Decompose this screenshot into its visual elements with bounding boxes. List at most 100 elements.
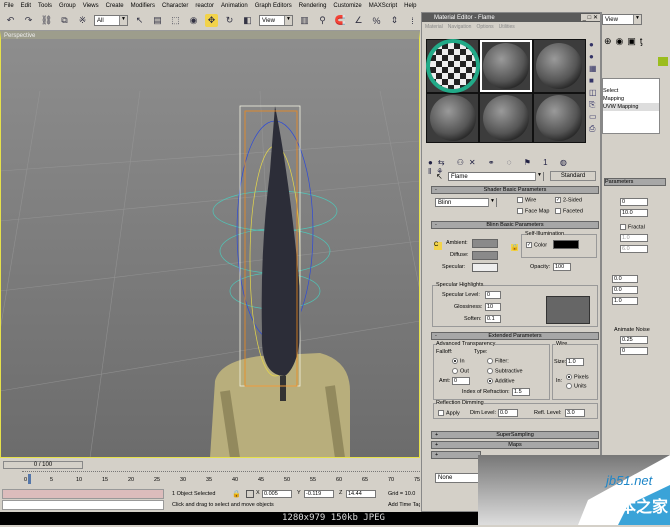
reference-coord-dropdown[interactable]: View ▼ <box>259 15 293 26</box>
select-manipulate-icon[interactable]: ⚲ <box>316 14 329 27</box>
sample-slot[interactable] <box>533 40 585 92</box>
stack-item[interactable]: Mapping <box>603 95 659 103</box>
select-by-name-icon[interactable]: ▤ <box>151 14 164 27</box>
material-menu-item[interactable]: Material <box>425 24 443 30</box>
falloff-in-radio[interactable]: In <box>452 358 465 364</box>
sample-slot[interactable] <box>427 40 479 92</box>
wire-checkbox[interactable]: Wire <box>517 197 536 203</box>
soften-spinner[interactable]: 0.1 <box>485 315 501 323</box>
roughness-spinner[interactable]: 1.0 <box>620 234 648 242</box>
rollout-collapsed[interactable]: + <box>431 451 481 459</box>
material-type-button[interactable]: Standard <box>550 171 596 181</box>
glossiness-spinner[interactable]: 10 <box>485 303 501 311</box>
shader-dropdown[interactable]: Blinn ▼ <box>435 198 497 207</box>
window-controls[interactable]: _ □ ✕ <box>580 14 600 21</box>
window-crossing-icon[interactable]: ◉ <box>187 14 200 27</box>
material-menu-item[interactable]: Utilities <box>499 24 515 30</box>
maxscript-input[interactable] <box>2 500 164 510</box>
pixels-radio[interactable]: Pixels <box>566 374 589 380</box>
sample-slot[interactable] <box>533 94 585 142</box>
type-subtractive-radio[interactable]: Subtractive <box>487 368 523 374</box>
material-toolbar[interactable]: ●⇆ ⚇✕ ⚭ ◌ ⚑ 1 ◍ ‖⚘ <box>428 158 593 176</box>
absolute-mode-icon[interactable] <box>246 490 254 498</box>
undo-icon[interactable]: ↶ <box>4 14 17 27</box>
menu-item[interactable]: reactor <box>195 3 214 9</box>
menu-item[interactable]: Create <box>106 3 124 9</box>
spinner-snap-icon[interactable]: ⇕ <box>388 14 401 27</box>
refl-level-spinner[interactable]: 3.0 <box>565 409 585 417</box>
ambient-swatch[interactable] <box>472 239 498 248</box>
selection-filter-dropdown[interactable]: All ▼ <box>94 15 128 26</box>
apply-checkbox[interactable]: Apply <box>438 410 460 416</box>
rollout-maps[interactable]: + Maps <box>431 441 599 449</box>
frequency-spinner[interactable]: 0.25 <box>620 336 648 344</box>
iterations-spinner[interactable]: 6.0 <box>620 245 648 253</box>
lock-icon[interactable]: 🔒 <box>511 244 519 251</box>
amt-spinner[interactable]: 0 <box>452 377 470 385</box>
type-filter-radio[interactable]: Filter: <box>487 358 509 364</box>
menu-item[interactable]: Rendering <box>299 3 327 9</box>
percent-snap-icon[interactable]: % <box>370 14 383 27</box>
menu-item[interactable]: Edit <box>21 3 31 9</box>
type-additive-radio[interactable]: Additive <box>487 378 515 384</box>
face-map-checkbox[interactable]: Face Map <box>517 208 549 214</box>
menu-item[interactable]: Modifiers <box>131 3 155 9</box>
rect-region-icon[interactable]: ⬚ <box>169 14 182 27</box>
wire-size-spinner[interactable]: 1.0 <box>566 358 584 366</box>
panel-tabs[interactable]: ⊕◉▣ƫ <box>604 36 668 48</box>
menu-item[interactable]: Help <box>404 3 416 9</box>
stack-item[interactable]: Select <box>603 87 659 95</box>
maxscript-listener[interactable] <box>2 489 164 499</box>
dim-level-spinner[interactable]: 0.0 <box>498 409 518 417</box>
time-slider[interactable]: 0 / 100 <box>3 461 83 469</box>
menu-item[interactable]: Views <box>83 3 99 9</box>
menu-item[interactable]: Group <box>59 3 76 9</box>
select-icon[interactable]: ↖ <box>133 14 146 27</box>
selection-lock-icon[interactable]: 🔒 <box>232 490 241 498</box>
scale-spinner[interactable]: 10.0 <box>620 209 648 217</box>
falloff-out-radio[interactable]: Out <box>452 368 469 374</box>
seed-spinner[interactable]: 0 <box>620 198 648 206</box>
angle-snap-icon[interactable]: ∠ <box>352 14 365 27</box>
pivot-icon[interactable]: ▥ <box>298 14 311 27</box>
move-icon[interactable]: ✥ <box>205 14 218 27</box>
timeline-ruler[interactable]: 0 5 10 15 20 25 30 35 40 45 50 55 60 65 70 75 <box>22 471 420 487</box>
x-coord-field[interactable]: 0.005 <box>262 490 292 498</box>
pick-material-icon[interactable]: ↖ <box>436 172 443 181</box>
link-icon[interactable]: ⛓ <box>40 14 53 27</box>
self-illum-swatch[interactable] <box>553 240 579 249</box>
ior-spinner[interactable]: 1.5 <box>512 388 530 396</box>
bind-space-warp-icon[interactable]: ※ <box>76 14 89 27</box>
strength-z-spinner[interactable]: 1.0 <box>612 297 638 305</box>
view-dropdown[interactable]: View ▼ <box>602 14 642 25</box>
menu-item[interactable]: Customize <box>333 3 361 9</box>
y-coord-field[interactable]: -0.119 <box>304 490 334 498</box>
viewport-label[interactable]: Perspective <box>4 33 35 39</box>
opacity-spinner[interactable]: 100 <box>553 263 571 271</box>
redo-icon[interactable]: ↷ <box>22 14 35 27</box>
sample-slot-active[interactable] <box>480 40 532 92</box>
material-menu-item[interactable]: Options <box>476 24 493 30</box>
stack-item[interactable]: UVW Mapping <box>603 103 659 111</box>
strength-x-spinner[interactable]: 0.0 <box>612 275 638 283</box>
menu-item[interactable]: Character <box>162 3 188 9</box>
rollout-blinn-basic[interactable]: - Blinn Basic Parameters <box>431 221 599 229</box>
units-radio[interactable]: Units <box>566 383 587 389</box>
specular-swatch[interactable] <box>472 263 498 272</box>
rollout-supersampling[interactable]: + SuperSampling <box>431 431 599 439</box>
sample-side-toolbar[interactable]: ● ● ▦ ■ ◫ ⎘ ▭ ⎙ <box>589 39 599 149</box>
menu-item[interactable]: File <box>4 3 14 9</box>
object-color-swatch[interactable] <box>658 57 668 66</box>
self-illum-color-checkbox[interactable]: ✓ Color <box>526 242 547 248</box>
material-name-field[interactable]: Flame ▼ <box>448 172 544 181</box>
rotate-icon[interactable]: ↻ <box>223 14 236 27</box>
diffuse-swatch[interactable] <box>472 251 498 260</box>
sample-slot[interactable] <box>480 94 532 142</box>
rollout-shader-basic[interactable]: - Shader Basic Parameters <box>431 186 599 194</box>
modifier-stack[interactable]: Select Mapping UVW Mapping <box>602 78 660 134</box>
material-menu-item[interactable]: Navigation <box>448 24 472 30</box>
menu-item[interactable]: Tools <box>38 3 52 9</box>
fractal-checkbox[interactable]: Fractal <box>620 224 645 230</box>
snap-3d-icon[interactable]: 🧲 <box>334 14 347 27</box>
rollout-extended[interactable]: - Extended Parameters <box>431 332 599 340</box>
